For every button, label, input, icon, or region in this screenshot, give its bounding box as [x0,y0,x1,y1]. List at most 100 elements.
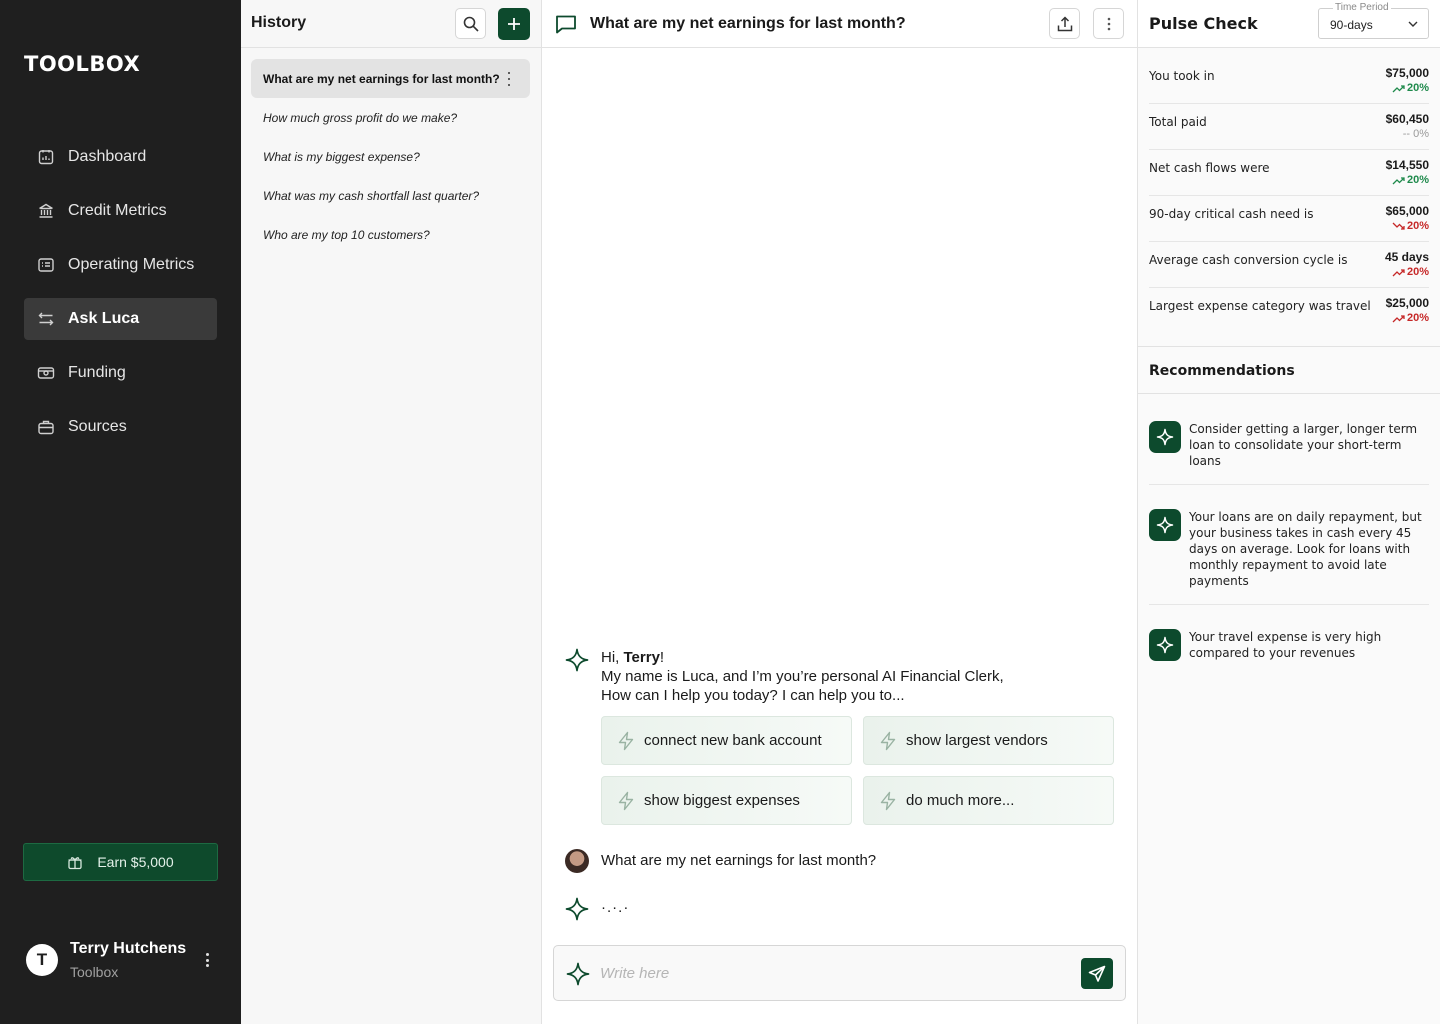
earn-label: Earn $5,000 [97,854,174,870]
swap-arrows-icon [38,312,54,326]
luca-sparkle-icon [565,648,589,672]
chat-header: What are my net earnings for last month? [542,0,1137,48]
divider [1149,604,1429,605]
gift-icon [68,857,82,870]
search-button[interactable] [455,8,486,39]
history-item[interactable]: What are my net earnings for last month? [251,59,530,98]
history-list: What are my net earnings for last month?… [251,59,530,254]
metric-row: Net cash flows were $14,550 20% [1149,150,1429,196]
chat-panel: What are my net earnings for last month?… [542,0,1137,1024]
metric-change: -- 0% [1403,128,1429,140]
metric-value: $25,000 [1385,296,1429,310]
sidebar-item-label: Operating Metrics [68,256,195,273]
sidebar-nav: Dashboard Credit Metrics Operating Metri… [24,136,217,460]
metric-label: 90-day critical cash need is [1149,207,1314,221]
message-composer [553,945,1126,1001]
metric-change-value: -- 0% [1402,128,1429,140]
suggestion-chip[interactable]: connect new bank account [601,716,852,765]
metric-change: 20% [1392,82,1429,94]
sidebar-item-label: Ask Luca [68,310,140,327]
greeting-hi: Hi, [601,649,624,666]
more-vertical-icon[interactable] [506,71,512,86]
sidebar-item-dashboard[interactable]: Dashboard [24,136,217,178]
sparkle-badge-icon [1149,421,1181,453]
suggestion-chip[interactable]: show biggest expenses [601,776,852,825]
metric-change-value: 20% [1406,82,1429,94]
assistant-greeting: Hi, Terry! My name is Luca, and I’m you’… [601,648,1004,705]
pulse-metrics: You took in $75,000 20% Total paid $60,4… [1149,58,1429,334]
metric-value: 45 days [1384,250,1429,264]
sidebar-item-ask-luca[interactable]: Ask Luca [24,298,217,340]
briefcase-icon [38,420,54,435]
suggestion-label: connect new bank account [644,732,822,749]
sidebar-item-sources[interactable]: Sources [24,406,217,448]
sidebar-item-operating-metrics[interactable]: Operating Metrics [24,244,217,286]
metric-label: You took in [1149,69,1215,83]
lightning-icon [618,791,634,811]
suggestion-chip[interactable]: show largest vendors [863,716,1114,765]
message-input[interactable] [600,960,1070,986]
share-button[interactable] [1049,8,1080,39]
search-icon [463,16,479,32]
metric-row: You took in $75,000 20% [1149,58,1429,104]
more-vertical-icon[interactable] [202,950,212,970]
plus-icon [508,18,520,30]
history-item[interactable]: What is my biggest expense? [251,137,530,176]
time-period-value: 90-days [1330,18,1373,32]
dashboard-icon [38,150,54,165]
greeting-line: My name is Luca, and I’m you’re personal… [601,668,1004,685]
chat-menu-button[interactable] [1093,8,1124,39]
trend-up-icon [1392,176,1405,184]
metric-change: 20% [1392,266,1429,278]
luca-sparkle-icon [565,897,589,921]
pulse-panel: Pulse Check Time Period 90-days You took… [1137,0,1440,1024]
user-profile: T Terry Hutchens Toolbox [26,940,221,984]
history-item[interactable]: What was my cash shortfall last quarter? [251,176,530,215]
divider [1149,484,1429,485]
metric-value: $14,550 [1385,158,1429,172]
cash-icon [37,367,55,379]
history-item-label: What are my net earnings for last month? [263,71,500,86]
avatar: T [26,944,58,976]
metric-row: 90-day critical cash need is $65,000 20% [1149,196,1429,242]
sidebar-item-credit-metrics[interactable]: Credit Metrics [24,190,217,232]
greeting-name: Terry [623,649,660,666]
send-button[interactable] [1081,958,1113,989]
history-panel: History What are my net earnings for las… [241,0,542,1024]
suggestion-label: do much more... [906,792,1015,809]
history-item[interactable]: Who are my top 10 customers? [251,215,530,254]
metric-change-value: 20% [1406,174,1429,186]
typing-indicator: ·.·.· [601,899,630,916]
metric-label: Total paid [1149,115,1207,129]
metric-change: 20% [1392,220,1429,232]
new-chat-button[interactable] [498,8,530,40]
earn-referral-button[interactable]: Earn $5,000 [23,843,218,881]
suggestion-chip[interactable]: do much more... [863,776,1114,825]
metric-value: $75,000 [1385,66,1429,80]
greeting-excl: ! [659,649,665,666]
recommendation-text: Consider getting a larger, longer term l… [1189,422,1418,468]
time-period-select[interactable]: Time Period 90-days [1318,2,1429,39]
user-avatar [565,849,589,873]
metric-change-value: 20% [1406,266,1429,278]
user-message: What are my net earnings for last month? [601,852,877,869]
metric-label: Net cash flows were [1149,161,1270,175]
chat-bubble-icon [556,15,576,34]
user-name: Terry Hutchens [70,940,187,957]
pulse-header: Pulse Check Time Period 90-days [1138,0,1440,48]
sparkle-badge-icon [1149,509,1181,541]
upload-icon [1057,15,1072,31]
sparkle-badge-icon [1149,629,1181,661]
metric-label: Largest expense category was travel [1149,299,1371,313]
sidebar-item-funding[interactable]: Funding [24,352,217,394]
metric-row: Total paid $60,450 -- 0% [1149,104,1429,150]
sidebar-item-label: Credit Metrics [68,202,167,219]
metric-change: 20% [1392,312,1429,324]
trend-up-icon [1392,268,1405,276]
more-vertical-icon [1107,17,1110,30]
history-item[interactable]: How much gross profit do we make? [251,98,530,137]
history-title: History [251,14,307,31]
metric-change-value: 20% [1406,312,1429,324]
recommendations-header: Recommendations [1138,346,1440,394]
recommendations-title: Recommendations [1149,363,1295,379]
